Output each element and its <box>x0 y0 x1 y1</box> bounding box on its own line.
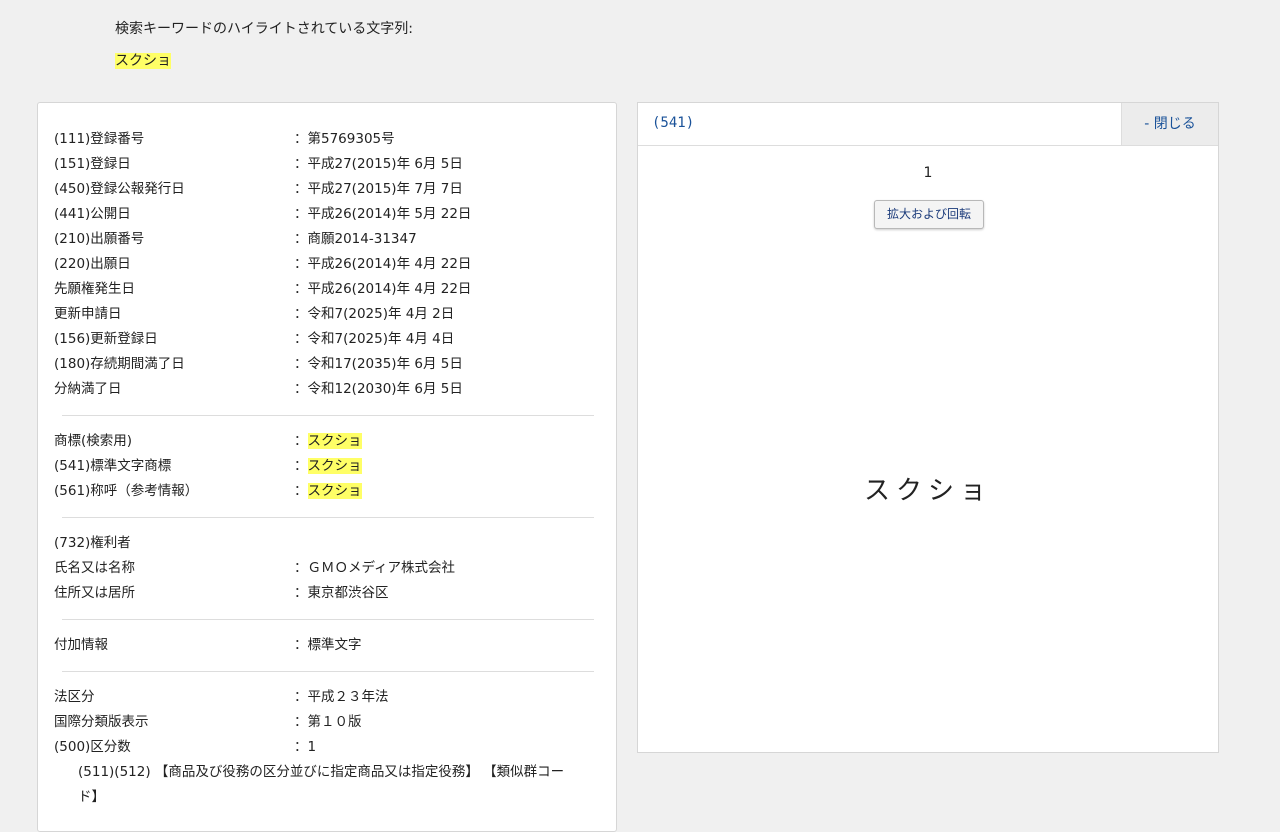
row-label: (156)更新登録日 <box>54 331 158 347</box>
row-value: ：平成26(2014)年 4月 22日 <box>294 281 472 297</box>
row-value: ：令和7(2025)年 4月 4日 <box>294 331 455 347</box>
close-button[interactable]: - 閉じる <box>1121 103 1218 145</box>
row-label: 国際分類版表示 <box>54 714 149 730</box>
row-value: ：第5769305号 <box>294 131 395 147</box>
section-divider <box>62 671 594 672</box>
row-value: ：商願2014-31347 <box>294 231 417 247</box>
row-label: 商標(検索用) <box>54 433 133 449</box>
panel-title: (541) <box>652 115 695 131</box>
row-label: (450)登録公報発行日 <box>54 181 185 197</box>
highlighted-text: スクショ <box>115 53 171 69</box>
trademark-image: スクショ <box>863 476 992 506</box>
trademark-detail-panel: (111)登録番号 ：第5769305号 (151)登録日 ：平成27(2015)年… <box>37 102 617 832</box>
row-label: 付加情報 <box>54 637 108 653</box>
highlighted-text: スクショ <box>307 483 362 499</box>
goods-services-heading: (511)(512) 【商品及び役務の区分並びに指定商品又は指定役務】 【類似群… <box>78 764 565 805</box>
highlight-caption: 検索キーワードのハイライトされている文字列: <box>115 21 414 37</box>
row-value: ：スクショ <box>294 479 362 504</box>
value-prefix: ： <box>294 483 308 499</box>
row-label: 氏名又は名称 <box>54 560 135 576</box>
zoom-rotate-button[interactable]: 拡大および回転 <box>874 200 984 229</box>
highlighted-text: スクショ <box>307 433 362 449</box>
row-label: (111)登録番号 <box>54 131 145 147</box>
mark-image-panel: (541) - 閉じる 1 拡大および回転 スクショ <box>637 102 1219 753</box>
row-value: ：東京都渋谷区 <box>294 585 389 601</box>
value-prefix: ： <box>294 433 308 449</box>
row-value: ：平成27(2015)年 6月 5日 <box>294 156 463 172</box>
row-label: (210)出願番号 <box>54 231 145 247</box>
row-value: ：標準文字 <box>294 637 362 653</box>
row-label: 分納満了日 <box>54 381 122 397</box>
row-label: (151)登録日 <box>54 156 131 172</box>
row-value: ：平成２３年法 <box>294 689 389 705</box>
row-label: 住所又は居所 <box>54 585 135 601</box>
owner-heading: (732)権利者 <box>54 535 131 551</box>
section-divider <box>62 619 594 620</box>
row-value: ：令和7(2025)年 4月 2日 <box>294 306 455 322</box>
row-value: ：スクショ <box>294 429 362 454</box>
row-value: ：平成26(2014)年 5月 22日 <box>294 206 472 222</box>
row-value: ：1 <box>294 739 317 755</box>
row-label: (541)標準文字商標 <box>54 458 172 474</box>
row-value: ：ＧＭＯメディア株式会社 <box>294 560 456 576</box>
value-prefix: ： <box>294 458 308 474</box>
row-label: 法区分 <box>54 689 95 705</box>
row-value: ：平成26(2014)年 4月 22日 <box>294 256 472 272</box>
row-label: 更新申請日 <box>54 306 122 322</box>
highlight-keyword: スクショ <box>115 50 171 70</box>
row-value: ：令和12(2030)年 6月 5日 <box>294 381 463 397</box>
row-label: (441)公開日 <box>54 206 131 222</box>
row-label: (561)称呼（参考情報） <box>54 483 199 499</box>
panel-header: (541) - 閉じる <box>638 103 1218 146</box>
row-value: ：スクショ <box>294 454 362 479</box>
section-divider <box>62 415 594 416</box>
section-divider <box>62 517 594 518</box>
row-label: (180)存続期間満了日 <box>54 356 185 372</box>
page-number: 1 <box>923 165 933 181</box>
highlighted-text: スクショ <box>307 458 362 474</box>
row-value: ：第１０版 <box>294 714 362 730</box>
row-value: ：平成27(2015)年 7月 7日 <box>294 181 463 197</box>
row-label: 先願権発生日 <box>54 281 135 297</box>
row-label: (220)出願日 <box>54 256 131 272</box>
row-value: ：令和17(2035)年 6月 5日 <box>294 356 463 372</box>
row-label: (500)区分数 <box>54 739 131 755</box>
